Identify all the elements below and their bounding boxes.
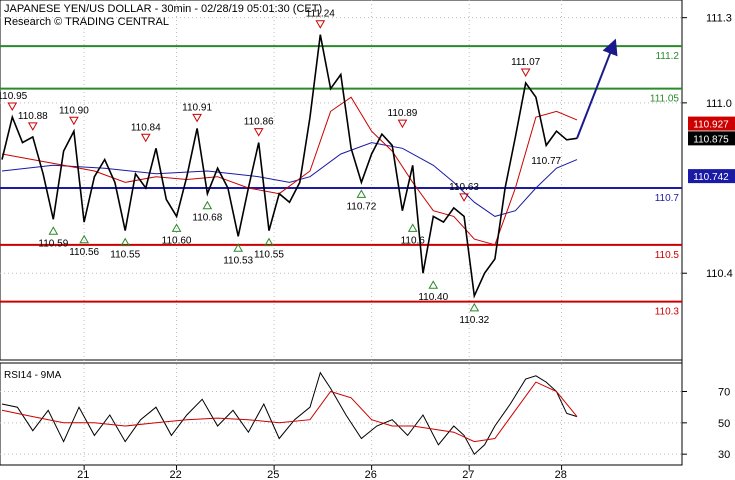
current-value-label: 110.875 <box>693 134 729 145</box>
annotation-label: 110.90 <box>59 105 89 116</box>
x-tick-label: 22 <box>170 469 182 480</box>
level-label: 110.3 <box>655 307 680 318</box>
annotation-label: 110.72 <box>346 201 376 212</box>
y-tick-label: 111.0 <box>706 98 732 110</box>
y-tick-label: 110.4 <box>706 268 733 280</box>
annotation-label: 110.95 <box>0 91 28 102</box>
x-tick-label: 21 <box>77 469 89 480</box>
x-tick-label: 26 <box>365 469 377 480</box>
annotation-label: 110.68 <box>192 213 222 224</box>
x-tick-label: 25 <box>267 469 279 480</box>
annotation-label: 110.53 <box>223 255 253 266</box>
annotation-label: 110.55 <box>110 250 140 261</box>
annotation-label: 110.32 <box>459 315 489 326</box>
x-tick-label: 28 <box>555 469 567 480</box>
annotation-label: 110.89 <box>388 108 418 119</box>
annotation-label: 110.55 <box>254 250 284 261</box>
annotation-label: 110.88 <box>18 111 48 122</box>
annotation-label: 110.77 <box>531 156 561 167</box>
annotation-label: 110.56 <box>69 247 99 258</box>
level-label: 110.7 <box>655 193 680 204</box>
annotation-label: 110.59 <box>38 238 68 249</box>
annotation-label: 110.84 <box>131 122 161 133</box>
rsi-y-tick-label: 70 <box>718 387 730 399</box>
annotation-label: 110.60 <box>162 235 192 246</box>
level-label: 111.05 <box>650 94 680 105</box>
price-panel <box>0 0 683 361</box>
current-value-label: 110.927 <box>693 120 729 131</box>
price-chart: 111.2 111.05 110.7 110.5 110.3 110.95 110.88 1… <box>0 0 735 480</box>
level-label: 111.2 <box>655 51 679 62</box>
chart-subtitle: Research © TRADING CENTRAL <box>4 16 169 28</box>
rsi-title: RSI14 - 9MA <box>4 370 62 381</box>
annotation-label: 110.86 <box>244 117 274 128</box>
annotation-label: 110.40 <box>418 292 448 303</box>
annotation-label: 110.63 <box>449 182 479 193</box>
level-label: 110.5 <box>655 250 680 261</box>
x-tick-label: 27 <box>462 469 474 480</box>
rsi-y-tick-label: 30 <box>718 449 730 461</box>
annotation-label: 110.6 <box>401 235 426 246</box>
annotation-label: 110.91 <box>182 102 212 113</box>
y-tick-label: 111.3 <box>706 13 732 25</box>
rsi-y-tick-label: 50 <box>718 418 730 430</box>
chart-title: JAPANESE YEN/US DOLLAR - 30min - 02/28/1… <box>4 3 322 15</box>
annotation-label: 111.07 <box>511 57 541 68</box>
current-value-label: 110.742 <box>693 172 729 183</box>
rsi-panel <box>0 362 683 466</box>
